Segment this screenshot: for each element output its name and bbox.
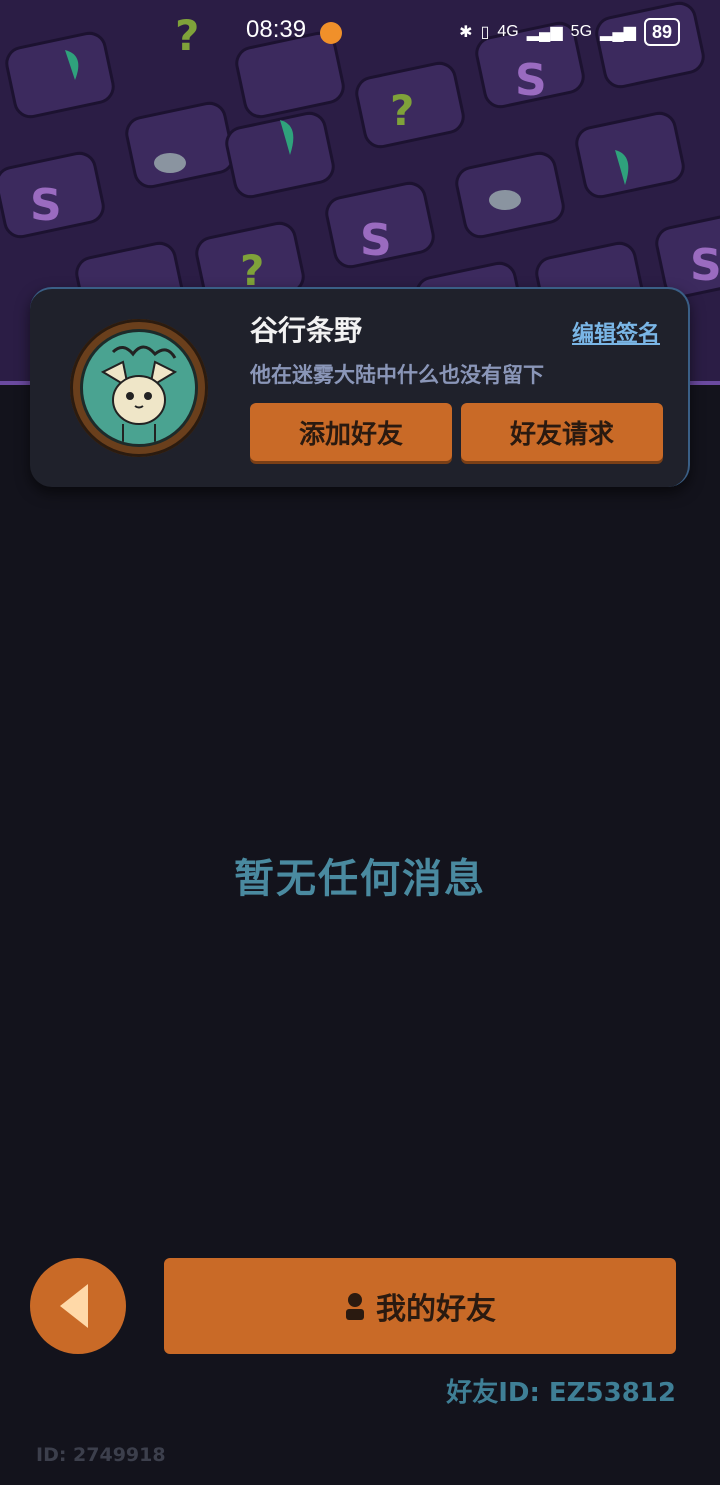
- network-5g-label: 5G: [570, 23, 593, 40]
- cat-avatar-icon: [100, 345, 178, 444]
- status-icons: ✱ ▯ 4G ▂▄▆ 5G ▂▄▆ 89: [459, 18, 680, 46]
- signal-icon: ▂▄▆: [526, 24, 563, 41]
- back-button[interactable]: [30, 1258, 126, 1354]
- my-friends-button[interactable]: 我的好友: [164, 1258, 676, 1354]
- status-time: 08:39: [246, 16, 307, 43]
- empty-message: 暂无任何消息: [234, 856, 486, 902]
- my-friends-label: 我的好友: [376, 1292, 496, 1327]
- person-icon: [346, 1293, 364, 1320]
- notification-icon: [320, 22, 342, 44]
- avatar-image: [80, 329, 198, 447]
- svg-text:S: S: [30, 180, 62, 231]
- profile-card: 谷行条野 编辑签名 他在迷雾大陆中什么也没有留下 添加好友 好友请求: [30, 287, 690, 487]
- network-4g-label: 4G: [497, 23, 519, 40]
- user-id: ID: 2749918: [36, 1444, 166, 1466]
- avatar[interactable]: [70, 319, 208, 457]
- signature-text: 他在迷雾大陆中什么也没有留下: [250, 363, 544, 387]
- svg-text:S: S: [690, 240, 720, 291]
- status-bar: 08:39 ✱ ▯ 4G ▂▄▆ 5G ▂▄▆ 89: [0, 0, 720, 66]
- battery-indicator: 89: [643, 18, 680, 46]
- back-arrow-icon: [60, 1284, 88, 1328]
- add-friend-button[interactable]: 添加好友: [250, 403, 452, 461]
- friend-requests-button[interactable]: 好友请求: [461, 403, 663, 461]
- friend-id: 好友ID: EZ53812: [446, 1378, 676, 1408]
- username: 谷行条野: [250, 314, 363, 347]
- svg-text:?: ?: [390, 86, 414, 135]
- edit-signature-link[interactable]: 编辑签名: [572, 316, 660, 348]
- vibrate-icon: ▯: [480, 24, 490, 41]
- bluetooth-icon: ✱: [459, 24, 473, 41]
- signal-icon: ▂▄▆: [600, 24, 636, 41]
- svg-text:S: S: [360, 215, 392, 266]
